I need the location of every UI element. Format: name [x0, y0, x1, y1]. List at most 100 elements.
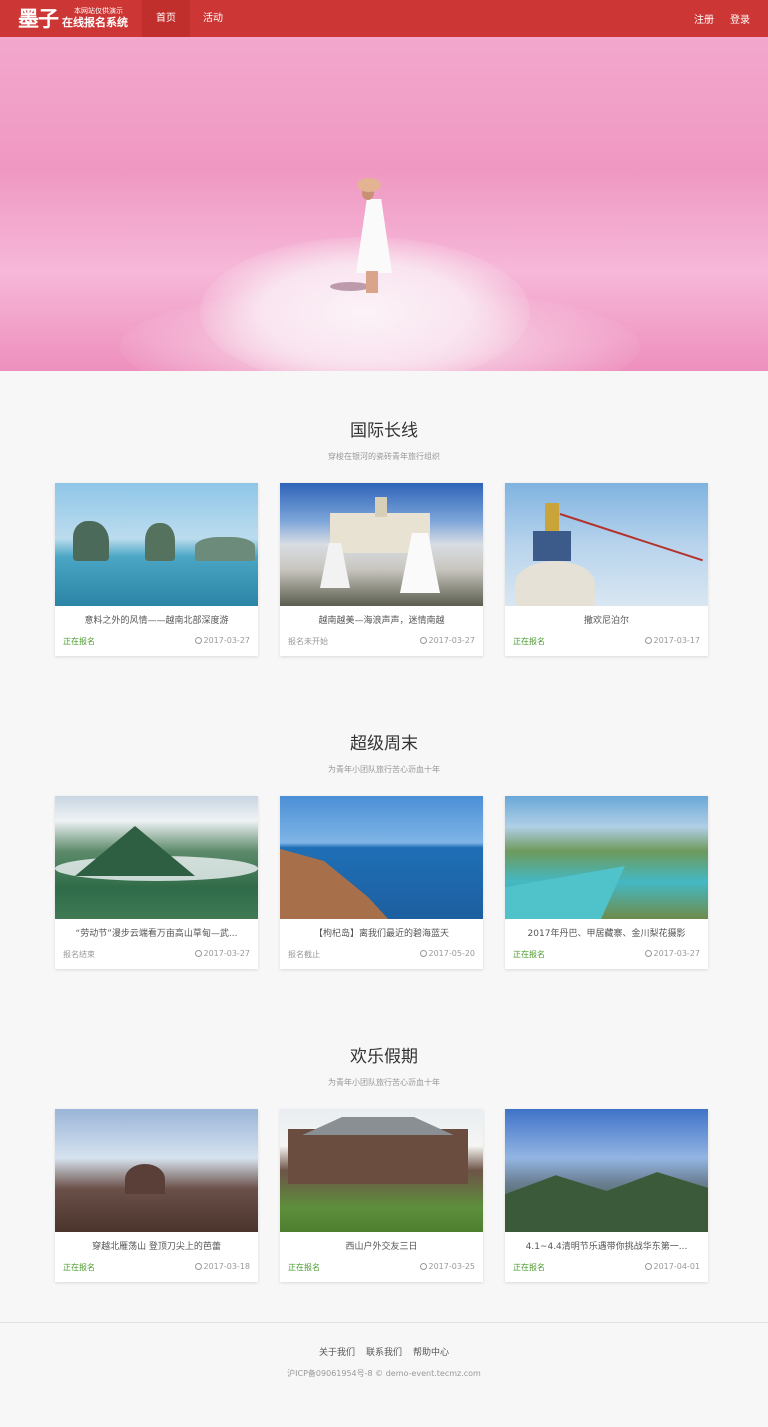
event-card[interactable]: 2017年丹巴、甲居藏寨、金川梨花摄影 正在报名 2017-03-27 — [505, 796, 708, 969]
section-title: 欢乐假期 — [350, 1047, 418, 1067]
event-title[interactable]: 越南越美—海浪声声，迷情南越 — [280, 615, 483, 627]
clock-icon — [644, 950, 652, 957]
event-status: 正在报名 — [513, 950, 545, 959]
event-title[interactable]: 2017年丹巴、甲居藏寨、金川梨花摄影 — [505, 928, 708, 940]
card-grid: 意料之外的风情——越南北部深度游 正在报名 2017-03-27 越南越美—海浪… — [0, 483, 768, 656]
event-status: 报名截止 — [288, 950, 320, 959]
section-subtitle: 为青年小团队旅行苦心沥血十年 — [328, 1078, 440, 1087]
event-card-image[interactable] — [280, 796, 483, 919]
footer-link-contact[interactable]: 联系我们 — [366, 1345, 402, 1358]
event-date: 2017-05-20 — [419, 949, 475, 960]
country-house-scene — [280, 1109, 483, 1232]
clock-icon — [194, 637, 202, 644]
brand-name: 在线报名系统 — [62, 16, 128, 29]
clock-icon — [194, 950, 202, 957]
event-status: 报名结束 — [63, 950, 95, 959]
event-date: 2017-03-27 — [194, 949, 250, 960]
nav-account: 注册 登录 — [694, 0, 750, 37]
event-meta: 报名未开始 2017-03-27 — [280, 636, 483, 647]
event-card[interactable]: 【枸杞岛】离我们最近的碧海蓝天 报名截止 2017-05-20 — [280, 796, 483, 969]
event-title[interactable]: 【枸杞岛】离我们最近的碧海蓝天 — [280, 928, 483, 940]
event-date: 2017-03-25 — [419, 1262, 475, 1273]
site-footer: 关于我们 联系我们 帮助中心 沪ICP备09061954号-8 © demo-e… — [0, 1322, 768, 1379]
mountain-range-scene — [505, 1109, 708, 1232]
card-grid: “劳动节”漫步云端看万亩高山草甸—武... 报名结束 2017-03-27 【枸… — [0, 796, 768, 969]
hero-figure-legs — [366, 271, 378, 293]
event-meta: 正在报名 2017-03-18 — [55, 1262, 258, 1273]
clock-icon — [419, 637, 427, 644]
hikers-summit-scene — [55, 1109, 258, 1232]
clock-icon — [194, 1263, 202, 1270]
section-subtitle: 为青年小团队旅行苦心沥血十年 — [328, 765, 440, 774]
footer-link-help[interactable]: 帮助中心 — [413, 1345, 449, 1358]
event-card[interactable]: 意料之外的风情——越南北部深度游 正在报名 2017-03-27 — [55, 483, 258, 656]
event-meta: 报名截止 2017-05-20 — [280, 949, 483, 960]
clock-icon — [644, 637, 652, 644]
hero-figure-hat — [357, 178, 381, 192]
event-card[interactable]: 穿越北雁荡山 登顶刀尖上的芭蕾 正在报名 2017-03-18 — [55, 1109, 258, 1282]
section-weekend: 超级周末 为青年小团队旅行苦心沥血十年 “劳动节”漫步云端看万亩高山草甸—武..… — [0, 729, 768, 969]
footer-copyright: 沪ICP备09061954号-8 © demo-event.tecmz.com — [287, 1369, 481, 1378]
brand-logo-link[interactable]: 墨子 本网站仅供演示 在线报名系统 — [0, 0, 142, 37]
nav-activities[interactable]: 活动 — [190, 0, 236, 37]
event-card-image[interactable] — [505, 483, 708, 606]
section-title: 国际长线 — [350, 421, 418, 441]
island-coast-scene — [280, 796, 483, 919]
logo-mark: 墨子 — [18, 6, 59, 31]
event-date: 2017-03-17 — [644, 636, 700, 647]
card-grid: 穿越北雁荡山 登顶刀尖上的芭蕾 正在报名 2017-03-18 西山户外交友三日… — [0, 1109, 768, 1282]
event-card[interactable]: 4.1~4.4清明节乐遇带你挑战华东第一... 正在报名 2017-04-01 — [505, 1109, 708, 1282]
event-card-image[interactable] — [280, 1109, 483, 1232]
event-title[interactable]: 穿越北雁荡山 登顶刀尖上的芭蕾 — [55, 1241, 258, 1253]
event-meta: 正在报名 2017-03-17 — [505, 636, 708, 647]
clock-icon — [419, 950, 427, 957]
clock-icon — [419, 1263, 427, 1270]
event-date: 2017-03-18 — [194, 1262, 250, 1273]
vietnam-street-scene — [280, 483, 483, 606]
event-card[interactable]: “劳动节”漫步云端看万亩高山草甸—武... 报名结束 2017-03-27 — [55, 796, 258, 969]
event-date: 2017-03-27 — [644, 949, 700, 960]
event-title[interactable]: “劳动节”漫步云端看万亩高山草甸—武... — [55, 928, 258, 940]
hero-carousel[interactable] — [0, 37, 768, 371]
event-title[interactable]: 4.1~4.4清明节乐遇带你挑战华东第一... — [505, 1241, 708, 1253]
event-card[interactable]: 西山户外交友三日 正在报名 2017-03-25 — [280, 1109, 483, 1282]
halong-bay-scene — [55, 483, 258, 606]
event-date: 2017-04-01 — [644, 1262, 700, 1273]
mountain-clouds-scene — [55, 796, 258, 919]
event-card[interactable]: 撒欢尼泊尔 正在报名 2017-03-17 — [505, 483, 708, 656]
footer-links: 关于我们 联系我们 帮助中心 — [0, 1345, 768, 1358]
event-card-image[interactable] — [505, 1109, 708, 1232]
event-meta: 正在报名 2017-03-27 — [55, 636, 258, 647]
event-title[interactable]: 西山户外交友三日 — [280, 1241, 483, 1253]
hero-figure-dress — [356, 199, 392, 273]
event-status: 正在报名 — [513, 637, 545, 646]
event-card[interactable]: 越南越美—海浪声声，迷情南越 报名未开始 2017-03-27 — [280, 483, 483, 656]
event-card-image[interactable] — [55, 1109, 258, 1232]
event-title[interactable]: 撒欢尼泊尔 — [505, 615, 708, 627]
hero-figure-shadow — [330, 282, 370, 291]
brand-text: 本网站仅供演示 在线报名系统 — [62, 7, 128, 30]
brand-tagline: 本网站仅供演示 — [74, 7, 123, 15]
section-holiday: 欢乐假期 为青年小团队旅行苦心沥血十年 穿越北雁荡山 登顶刀尖上的芭蕾 正在报名… — [0, 1042, 768, 1282]
nepal-stupa-scene — [505, 483, 708, 606]
event-meta: 正在报名 2017-04-01 — [505, 1262, 708, 1273]
nav-home[interactable]: 首页 — [142, 0, 190, 37]
section-international: 国际长线 穿梭在银河的瓷砖青年旅行组织 意料之外的风情——越南北部深度游 正在报… — [0, 416, 768, 656]
register-link[interactable]: 注册 — [694, 11, 714, 26]
river-valley-scene — [505, 796, 708, 919]
event-card-image[interactable] — [55, 796, 258, 919]
clock-icon — [644, 1263, 652, 1270]
event-card-image[interactable] — [505, 796, 708, 919]
event-status: 正在报名 — [513, 1263, 545, 1272]
event-title[interactable]: 意料之外的风情——越南北部深度游 — [55, 615, 258, 627]
event-status: 正在报名 — [63, 1263, 95, 1272]
top-navbar: 墨子 本网站仅供演示 在线报名系统 首页 活动 注册 登录 — [0, 0, 768, 37]
section-subtitle: 穿梭在银河的瓷砖青年旅行组织 — [328, 452, 440, 461]
event-card-image[interactable] — [280, 483, 483, 606]
event-meta: 正在报名 2017-03-25 — [280, 1262, 483, 1273]
footer-link-about[interactable]: 关于我们 — [319, 1345, 355, 1358]
event-card-image[interactable] — [55, 483, 258, 606]
event-status: 正在报名 — [288, 1263, 320, 1272]
section-title: 超级周末 — [350, 734, 418, 754]
login-link[interactable]: 登录 — [730, 11, 750, 26]
